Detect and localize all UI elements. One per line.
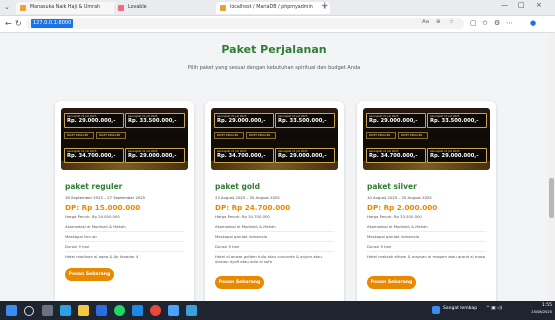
- feature-item: Durasi 9 hari: [65, 244, 90, 249]
- feature-item: Maskapai garuda indonesia: [215, 234, 267, 239]
- page-title: Paket Perjalanan: [221, 43, 327, 56]
- page-subtitle: Pilih paket yang sesuai dengan kebutuhan…: [187, 65, 361, 71]
- browser-tab-strip: ⌄ Manasuka Naik Haji & Umrah × Lovable ×…: [0, 0, 555, 16]
- feature-item: Durasi 9 hari: [215, 244, 240, 249]
- site-favicon-icon: [20, 5, 26, 11]
- package-dates: 18 September 2025 – 27 September 2025: [65, 195, 146, 200]
- split-screen-icon[interactable]: ▢: [470, 19, 477, 27]
- address-bar: ← ↻ 127.0.0.1:8000 Aa ⊕ ☆ ▢ ✩ ⚙ ⋯ ●: [0, 16, 555, 33]
- package-banner-image: Limited berangkat 21 Juli 2025Rp. 29.000…: [61, 108, 188, 170]
- feature-item: Hotel madinah al aqeq & Ajr fanadar 4: [65, 254, 139, 259]
- package-dates: 10 August 2025 – 20 August 2025: [367, 195, 432, 200]
- tab-manasuka[interactable]: Manasuka Naik Haji & Umrah ×: [16, 2, 126, 14]
- phpmyadmin-favicon-icon: [220, 5, 226, 11]
- file-explorer-icon[interactable]: [78, 305, 89, 316]
- url-text[interactable]: 127.0.0.1:8000: [31, 19, 74, 28]
- tab-phpmyadmin[interactable]: localhost / MariaDB / phpmyadmin ×: [216, 2, 330, 14]
- page-scrollbar[interactable]: [548, 33, 555, 301]
- package-banner-image: Limited berangkat 21 Juli 2025Rp. 29.000…: [211, 108, 338, 170]
- close-window-icon[interactable]: ×: [536, 1, 542, 9]
- order-button[interactable]: Pesan Sekarang: [215, 276, 264, 289]
- back-icon[interactable]: ←: [5, 19, 12, 28]
- reader-icon[interactable]: Aa: [422, 19, 429, 25]
- weather-status[interactable]: Sangat lembap: [443, 306, 477, 311]
- package-full-price: Harga Penuh: Rp 29.000.000: [65, 214, 120, 219]
- tab-lovable[interactable]: Lovable ×: [114, 2, 228, 14]
- feature-item: Maskapai garuda indonesia: [367, 234, 419, 239]
- feature-item: Maskapai lion air: [65, 234, 98, 239]
- edge-copilot-icon[interactable]: ●: [530, 19, 536, 27]
- minimize-icon[interactable]: —: [501, 1, 508, 9]
- search-icon[interactable]: [24, 306, 34, 316]
- package-dates: 23 August 2025 – 30 August 2025: [215, 195, 280, 200]
- chrome-icon[interactable]: [150, 305, 161, 316]
- feature-item: Akomodasi di Madinah & Mekah: [215, 224, 276, 229]
- task-view-icon[interactable]: [42, 305, 53, 316]
- lovable-favicon-icon: [118, 5, 124, 11]
- package-name: paket reguler: [65, 182, 123, 191]
- new-tab-icon[interactable]: +: [321, 1, 329, 11]
- maximize-icon[interactable]: □: [518, 1, 525, 9]
- app-icon[interactable]: [186, 305, 197, 316]
- package-card-gold: Limited berangkat 21 Juli 2025Rp. 29.000…: [205, 101, 344, 301]
- tab-actions-icon[interactable]: ⌄: [4, 3, 10, 11]
- package-name: paket gold: [215, 182, 260, 191]
- taskbar: Sangat lembap ^ ▣ ◁) 1:55 25/08/2025: [0, 301, 555, 320]
- scrollbar-thumb[interactable]: [549, 178, 554, 218]
- favorites-icon[interactable]: ✩: [482, 19, 488, 27]
- url-field[interactable]: 127.0.0.1:8000 Aa ⊕ ☆: [26, 18, 464, 29]
- feature-item: Durasi 9 hari: [367, 244, 392, 249]
- page-content: Paket Perjalanan Pilih paket yang sesuai…: [0, 33, 548, 301]
- tray-icons[interactable]: ^ ▣ ◁): [486, 306, 502, 311]
- whatsapp-icon[interactable]: [114, 305, 125, 316]
- feature-item: Akomodasi di Madinah & Mekah: [367, 224, 428, 229]
- order-button[interactable]: Pesan Sekarang: [367, 276, 416, 289]
- word-icon[interactable]: [96, 305, 107, 316]
- zoom-icon[interactable]: ⊕: [436, 19, 441, 25]
- tab-label: localhost / MariaDB / phpmyadmin: [230, 5, 313, 10]
- start-icon[interactable]: [6, 305, 17, 316]
- package-card-reguler: Limited berangkat 21 Juli 2025Rp. 29.000…: [55, 101, 194, 301]
- clock-date[interactable]: 25/08/2025: [516, 310, 552, 314]
- favorite-star-icon[interactable]: ☆: [449, 19, 454, 25]
- order-button[interactable]: Pesan Sekarang: [65, 268, 114, 281]
- tab-label: Manasuka Naik Haji & Umrah: [30, 5, 101, 10]
- package-dp: DP: Rp 2.000.000: [367, 203, 438, 212]
- weather-icon[interactable]: [432, 306, 440, 314]
- package-dp: DP: Rp 24.700.000: [215, 203, 291, 212]
- package-full-price: Harga Penuh: Rp 34.700.000: [215, 214, 270, 219]
- feature-item: Akomodasi di Madinah & Mekah: [65, 224, 126, 229]
- extensions-icon[interactable]: ⚙: [494, 19, 500, 27]
- reload-icon[interactable]: ↻: [15, 19, 22, 28]
- clock-time[interactable]: 1:55: [522, 303, 552, 308]
- more-menu-icon[interactable]: ⋯: [506, 19, 513, 27]
- vscode-icon[interactable]: [132, 305, 143, 316]
- package-card-silver: Limited berangkat 21 Juli 2025Rp. 29.000…: [357, 101, 496, 301]
- package-name: paket silver: [367, 182, 417, 191]
- package-full-price: Harga Penuh: Rp 33.500.000: [367, 214, 422, 219]
- feature-item: Hotel makkah elham & maysan al maqam ata…: [367, 254, 486, 259]
- app-icon[interactable]: [168, 305, 179, 316]
- package-dp: DP: Rp 15.000.000: [65, 203, 141, 212]
- feature-item: Hotel al anwar golden tulip atau concord…: [215, 254, 322, 264]
- edge-browser-icon[interactable]: [60, 305, 71, 316]
- tab-label: Lovable: [128, 5, 147, 10]
- package-banner-image: Limited berangkat 21 Juli 2025Rp. 29.000…: [363, 108, 490, 170]
